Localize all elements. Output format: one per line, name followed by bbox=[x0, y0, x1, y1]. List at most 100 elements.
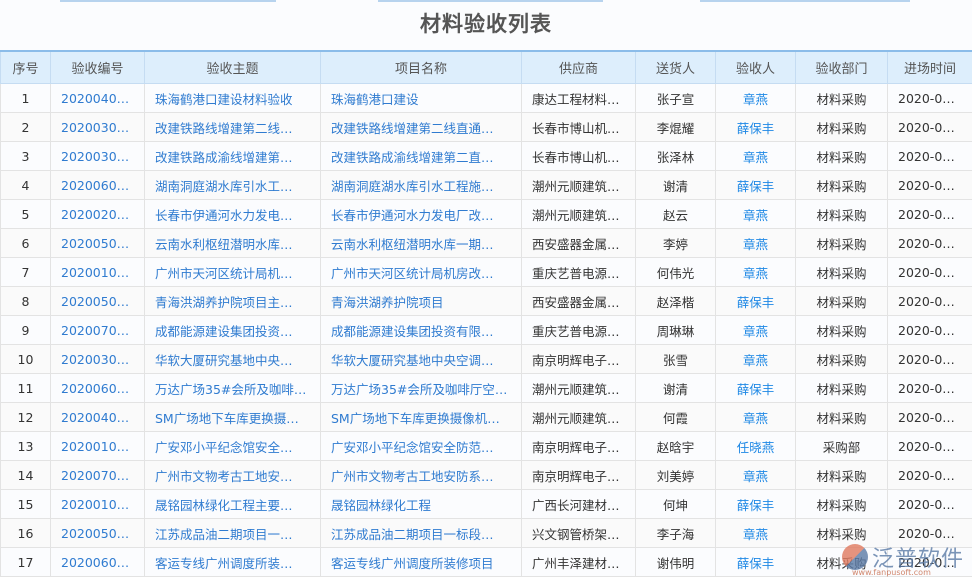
column-header-deliverer[interactable]: 送货人 bbox=[636, 51, 716, 84]
cell-subject[interactable]: 成都能源建设集团投资… bbox=[145, 316, 321, 345]
table-row[interactable]: 32020030006改建铁路成渝线增建第…改建铁路成渝线增建第二直…长春市博山… bbox=[1, 142, 972, 171]
cell-code[interactable]: 2020020005 bbox=[51, 200, 145, 229]
cell-project[interactable]: 江苏成品油二期项目一标段… bbox=[321, 519, 522, 548]
cell-receiver[interactable]: 章燕 bbox=[716, 461, 796, 490]
cell-project[interactable]: 广州市文物考古工地安防系… bbox=[321, 461, 522, 490]
cell-subject[interactable]: 江苏成品油二期项目一… bbox=[145, 519, 321, 548]
table-row[interactable]: 152020010002晟铭园林绿化工程主要…晟铭园林绿化工程广西长河建材…何坤… bbox=[1, 490, 972, 519]
cell-receiver[interactable]: 薛保丰 bbox=[716, 287, 796, 316]
table-row[interactable]: 92020070004成都能源建设集团投资…成都能源建设集团投资有限…重庆艺普电… bbox=[1, 316, 972, 345]
cell-subject[interactable]: 改建铁路线增建第二线… bbox=[145, 113, 321, 142]
column-header-subject[interactable]: 验收主题 bbox=[145, 51, 321, 84]
table-row[interactable]: 172020060005客运专线广州调度所装…客运专线广州调度所装修项目广州丰泽… bbox=[1, 548, 972, 577]
table-row[interactable]: 52020020005长春市伊通河水力发电…长春市伊通河水力发电厂改…潮州元顺建… bbox=[1, 200, 972, 229]
cell-code[interactable]: 2020010002 bbox=[51, 490, 145, 519]
cell-subject[interactable]: 万达广场35#会所及咖啡… bbox=[145, 374, 321, 403]
cell-project[interactable]: 青海洪湖养护院项目 bbox=[321, 287, 522, 316]
cell-project[interactable]: 成都能源建设集团投资有限… bbox=[321, 316, 522, 345]
cell-project[interactable]: 珠海鹤港口建设 bbox=[321, 84, 522, 113]
cell-project[interactable]: 万达广场35#会所及咖啡厅空… bbox=[321, 374, 522, 403]
table-row[interactable]: 72020010004广州市天河区统计局机…广州市天河区统计局机房改…重庆艺普电… bbox=[1, 258, 972, 287]
cell-receiver[interactable]: 章燕 bbox=[716, 519, 796, 548]
cell-project[interactable]: 晟铭园林绿化工程 bbox=[321, 490, 522, 519]
cell-subject[interactable]: 珠海鹤港口建设材料验收 bbox=[145, 84, 321, 113]
cell-index: 3 bbox=[1, 142, 51, 171]
cell-code[interactable]: 2020030007 bbox=[51, 345, 145, 374]
cell-project[interactable]: 广州市天河区统计局机房改… bbox=[321, 258, 522, 287]
cell-index: 9 bbox=[1, 316, 51, 345]
cell-receiver[interactable]: 章燕 bbox=[716, 142, 796, 171]
cell-code[interactable]: 2020050001 bbox=[51, 287, 145, 316]
cell-receiver[interactable]: 薛保丰 bbox=[716, 374, 796, 403]
table-row[interactable]: 22020030001改建铁路线增建第二线…改建铁路线增建第二线直通…长春市博山… bbox=[1, 113, 972, 142]
table-row[interactable]: 162020050005江苏成品油二期项目一…江苏成品油二期项目一标段…兴文钢管… bbox=[1, 519, 972, 548]
column-header-supplier[interactable]: 供应商 bbox=[522, 51, 636, 84]
cell-receiver[interactable]: 章燕 bbox=[716, 316, 796, 345]
table-row[interactable]: 122020040005SM广场地下车库更换摄…SM广场地下车库更换摄像机…潮州… bbox=[1, 403, 972, 432]
cell-subject[interactable]: 广州市天河区统计局机… bbox=[145, 258, 321, 287]
cell-project[interactable]: 湖南洞庭湖水库引水工程施… bbox=[321, 171, 522, 200]
cell-project[interactable]: 云南水利枢纽潜明水库一期… bbox=[321, 229, 522, 258]
table-row[interactable]: 142020070003广州市文物考古工地安…广州市文物考古工地安防系…南京明辉… bbox=[1, 461, 972, 490]
cell-receiver[interactable]: 章燕 bbox=[716, 229, 796, 258]
cell-code[interactable]: 2020030001 bbox=[51, 113, 145, 142]
table-row[interactable]: 132020010003广安邓小平纪念馆安全…广安邓小平纪念馆安全防范…南京明辉… bbox=[1, 432, 972, 461]
cell-project[interactable]: SM广场地下车库更换摄像机… bbox=[321, 403, 522, 432]
cell-subject[interactable]: 湖南洞庭湖水库引水工… bbox=[145, 171, 321, 200]
cell-receiver[interactable]: 薛保丰 bbox=[716, 548, 796, 577]
cell-receiver[interactable]: 薛保丰 bbox=[716, 171, 796, 200]
cell-index: 2 bbox=[1, 113, 51, 142]
cell-subject[interactable]: 改建铁路成渝线增建第… bbox=[145, 142, 321, 171]
cell-project[interactable]: 华软大厦研究基地中央空调… bbox=[321, 345, 522, 374]
cell-index: 4 bbox=[1, 171, 51, 200]
cell-receiver[interactable]: 薛保丰 bbox=[716, 113, 796, 142]
cell-subject[interactable]: SM广场地下车库更换摄… bbox=[145, 403, 321, 432]
column-header-index[interactable]: 序号 bbox=[1, 51, 51, 84]
table-row[interactable]: 112020060003万达广场35#会所及咖啡…万达广场35#会所及咖啡厅空…… bbox=[1, 374, 972, 403]
cell-receiver[interactable]: 薛保丰 bbox=[716, 490, 796, 519]
cell-project[interactable]: 改建铁路线增建第二线直通… bbox=[321, 113, 522, 142]
table-row[interactable]: 62020050004云南水利枢纽潜明水库…云南水利枢纽潜明水库一期…西安盛器金… bbox=[1, 229, 972, 258]
cell-project[interactable]: 客运专线广州调度所装修项目 bbox=[321, 548, 522, 577]
cell-code[interactable]: 2020070004 bbox=[51, 316, 145, 345]
cell-receiver[interactable]: 章燕 bbox=[716, 403, 796, 432]
table-row[interactable]: 42020060004湖南洞庭湖水库引水工…湖南洞庭湖水库引水工程施…潮州元顺建… bbox=[1, 171, 972, 200]
cell-project[interactable]: 广安邓小平纪念馆安全防范… bbox=[321, 432, 522, 461]
column-header-date[interactable]: 进场时间 bbox=[888, 51, 972, 84]
column-header-project[interactable]: 项目名称 bbox=[321, 51, 522, 84]
cell-department: 材料采购 bbox=[796, 461, 888, 490]
cell-subject[interactable]: 客运专线广州调度所装… bbox=[145, 548, 321, 577]
cell-code[interactable]: 2020060004 bbox=[51, 171, 145, 200]
cell-receiver[interactable]: 章燕 bbox=[716, 84, 796, 113]
cell-receiver[interactable]: 章燕 bbox=[716, 200, 796, 229]
cell-subject[interactable]: 长春市伊通河水力发电… bbox=[145, 200, 321, 229]
cell-receiver[interactable]: 章燕 bbox=[716, 258, 796, 287]
cell-code[interactable]: 2020070003 bbox=[51, 461, 145, 490]
cell-code[interactable]: 2020060003 bbox=[51, 374, 145, 403]
cell-receiver[interactable]: 任晓燕 bbox=[716, 432, 796, 461]
table-row[interactable]: 12020040003珠海鹤港口建设材料验收珠海鹤港口建设康达工程材料…张子宣章… bbox=[1, 84, 972, 113]
column-header-department[interactable]: 验收部门 bbox=[796, 51, 888, 84]
cell-code[interactable]: 2020010003 bbox=[51, 432, 145, 461]
cell-supplier: 长春市博山机… bbox=[522, 142, 636, 171]
table-row[interactable]: 82020050001青海洪湖养护院项目主…青海洪湖养护院项目西安盛器金属…赵泽… bbox=[1, 287, 972, 316]
cell-code[interactable]: 2020060005 bbox=[51, 548, 145, 577]
cell-subject[interactable]: 青海洪湖养护院项目主… bbox=[145, 287, 321, 316]
cell-subject[interactable]: 广州市文物考古工地安… bbox=[145, 461, 321, 490]
cell-code[interactable]: 2020040003 bbox=[51, 84, 145, 113]
column-header-receiver[interactable]: 验收人 bbox=[716, 51, 796, 84]
table-row[interactable]: 102020030007华软大厦研究基地中央…华软大厦研究基地中央空调…南京明辉… bbox=[1, 345, 972, 374]
cell-code[interactable]: 2020030006 bbox=[51, 142, 145, 171]
cell-receiver[interactable]: 章燕 bbox=[716, 345, 796, 374]
cell-subject[interactable]: 云南水利枢纽潜明水库… bbox=[145, 229, 321, 258]
cell-code[interactable]: 2020010004 bbox=[51, 258, 145, 287]
cell-subject[interactable]: 晟铭园林绿化工程主要… bbox=[145, 490, 321, 519]
cell-subject[interactable]: 广安邓小平纪念馆安全… bbox=[145, 432, 321, 461]
cell-subject[interactable]: 华软大厦研究基地中央… bbox=[145, 345, 321, 374]
cell-code[interactable]: 2020040005 bbox=[51, 403, 145, 432]
cell-code[interactable]: 2020050005 bbox=[51, 519, 145, 548]
cell-project[interactable]: 改建铁路成渝线增建第二直… bbox=[321, 142, 522, 171]
cell-project[interactable]: 长春市伊通河水力发电厂改… bbox=[321, 200, 522, 229]
column-header-code[interactable]: 验收编号 bbox=[51, 51, 145, 84]
cell-code[interactable]: 2020050004 bbox=[51, 229, 145, 258]
